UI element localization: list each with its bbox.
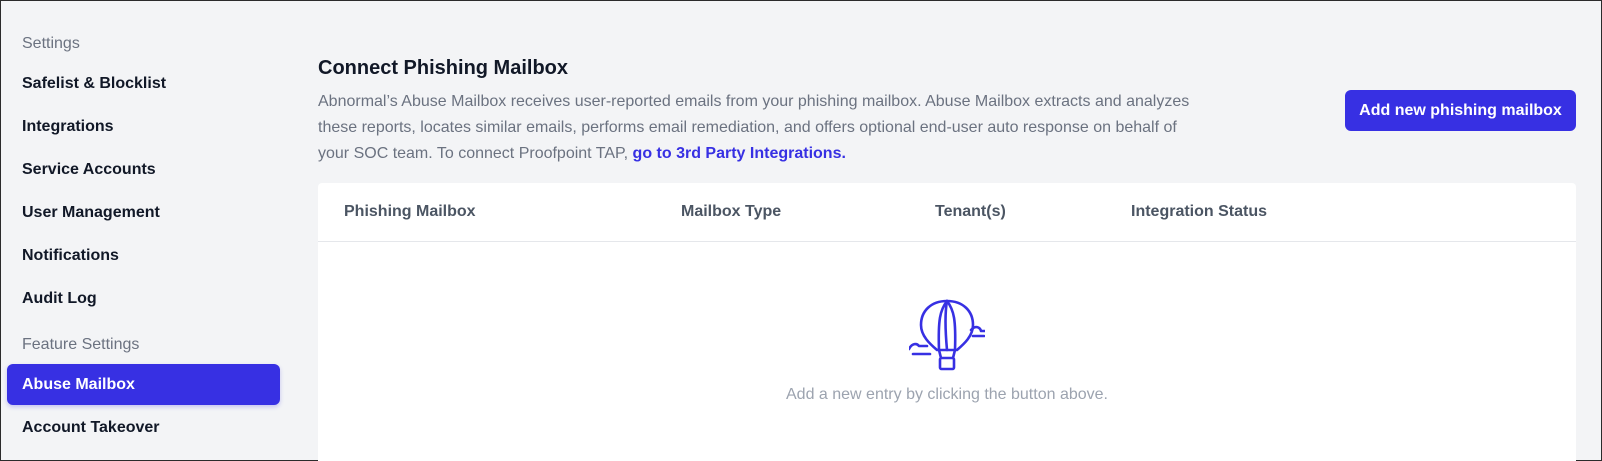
main-content: Connect Phishing Mailbox Abnormal’s Abus… <box>318 1 1576 461</box>
empty-state: Add a new entry by clicking the button a… <box>318 242 1576 461</box>
sidebar-item-safelist-blocklist[interactable]: Safelist & Blocklist <box>7 63 280 104</box>
phishing-mailbox-table: Phishing Mailbox Mailbox Type Tenant(s) … <box>318 183 1576 461</box>
page-title: Connect Phishing Mailbox <box>318 57 569 79</box>
empty-state-message: Add a new entry by clicking the button a… <box>786 386 1108 403</box>
sidebar-item-notifications[interactable]: Notifications <box>7 235 280 276</box>
sidebar-item-audit-log[interactable]: Audit Log <box>7 278 280 319</box>
sidebar-item-account-takeover[interactable]: Account Takeover <box>7 407 280 448</box>
settings-section-label: Settings <box>22 35 80 52</box>
third-party-integrations-link[interactable]: go to 3rd Party Integrations. <box>633 145 846 162</box>
table-header: Phishing Mailbox Mailbox Type Tenant(s) … <box>318 183 1576 242</box>
sidebar: Settings Safelist & Blocklist Integratio… <box>1 1 291 461</box>
add-phishing-mailbox-button[interactable]: Add new phishing mailbox <box>1345 90 1576 131</box>
sidebar-item-service-accounts[interactable]: Service Accounts <box>7 149 280 190</box>
feature-settings-section-label: Feature Settings <box>22 336 140 353</box>
column-header-phishing-mailbox[interactable]: Phishing Mailbox <box>344 183 476 241</box>
sidebar-item-user-management[interactable]: User Management <box>7 192 280 233</box>
column-header-tenants[interactable]: Tenant(s) <box>935 183 1006 241</box>
sidebar-item-abuse-mailbox[interactable]: Abuse Mailbox <box>7 364 280 405</box>
hot-air-balloon-icon <box>909 299 985 371</box>
column-header-integration-status[interactable]: Integration Status <box>1131 183 1267 241</box>
sidebar-item-integrations[interactable]: Integrations <box>7 106 280 147</box>
column-header-mailbox-type[interactable]: Mailbox Type <box>681 183 781 241</box>
page-description: Abnormal’s Abuse Mailbox receives user-r… <box>318 89 1198 167</box>
